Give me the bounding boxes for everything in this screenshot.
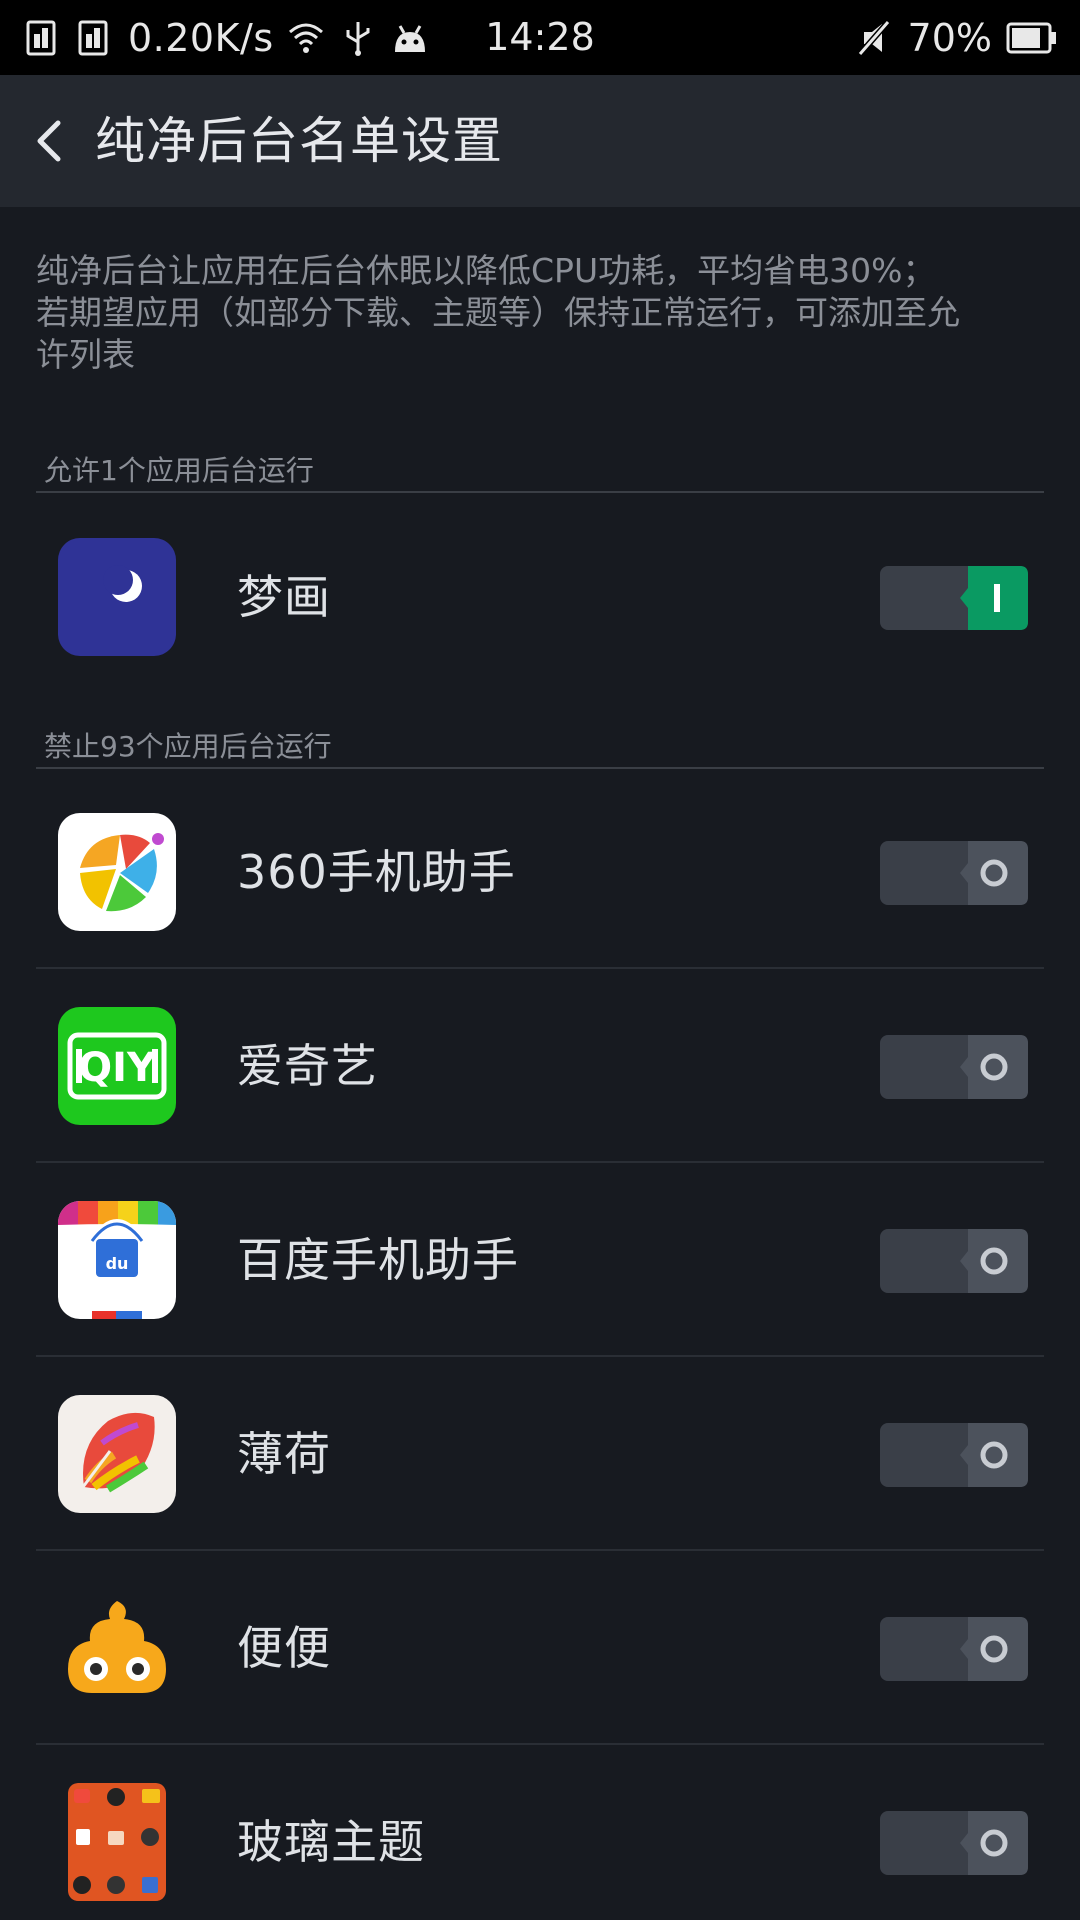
description: 纯净后台让应用在后台休眠以降低CPU功耗，平均省电30%； 若期望应用（如部分下… xyxy=(36,250,1046,376)
app-row-bohe[interactable]: 薄荷 xyxy=(36,1357,1044,1551)
toggle-switch-off[interactable] xyxy=(880,1227,1028,1295)
section-label: 禁止93个应用后台运行 xyxy=(44,730,332,763)
toggle-switch-on[interactable] xyxy=(880,564,1028,632)
app-row-glass-theme[interactable]: 玻璃主题 xyxy=(36,1745,1044,1920)
battery-icon xyxy=(1006,22,1056,53)
bohe-leaf-icon xyxy=(58,1395,176,1513)
app-name: 百度手机助手 xyxy=(237,1233,519,1287)
description-line: 许列表 xyxy=(36,335,135,374)
baidu-assistant-icon: du xyxy=(58,1201,176,1319)
menghua-moon-icon xyxy=(58,538,176,656)
page-title: 纯净后台名单设置 xyxy=(95,112,503,170)
toggle-switch-off[interactable] xyxy=(880,839,1028,907)
360-assistant-icon xyxy=(58,813,176,931)
toggle-switch-off[interactable] xyxy=(880,1809,1028,1877)
status-bar: 0.20K/s 14:28 70% xyxy=(0,0,1080,75)
battery-percent: 70% xyxy=(907,15,992,60)
app-name: 360手机助手 xyxy=(237,845,516,899)
mute-icon xyxy=(857,19,890,56)
section-label: 允许1个应用后台运行 xyxy=(44,454,314,487)
toggle-switch-off[interactable] xyxy=(880,1033,1028,1101)
bianbian-poop-icon xyxy=(58,1589,176,1707)
glass-theme-icon xyxy=(68,1783,166,1901)
app-row-baidu-assistant[interactable]: du 百度手机助手 xyxy=(36,1163,1044,1357)
description-line: 若期望应用（如部分下载、主题等）保持正常运行，可添加至允 xyxy=(36,293,960,332)
app-name: 便便 xyxy=(237,1621,331,1675)
app-name: 玻璃主题 xyxy=(237,1815,425,1869)
app-row-360[interactable]: 360手机助手 xyxy=(36,775,1044,969)
description-line: 纯净后台让应用在后台休眠以降低CPU功耗，平均省电30%； xyxy=(36,251,936,290)
toolbar: 纯净后台名单设置 xyxy=(0,75,1080,207)
app-row-bianbian[interactable]: 便便 xyxy=(36,1551,1044,1745)
section-header-blocked: 禁止93个应用后台运行 xyxy=(36,725,1044,769)
app-name: 梦画 xyxy=(237,570,331,624)
app-name: 薄荷 xyxy=(237,1427,331,1481)
svg-text:QIY: QIY xyxy=(78,1045,157,1091)
iqiyi-icon: QIY xyxy=(58,1007,176,1125)
app-name: 爱奇艺 xyxy=(237,1039,378,1093)
app-row-iqiyi[interactable]: QIY 爱奇艺 xyxy=(36,969,1044,1163)
toggle-switch-off[interactable] xyxy=(880,1421,1028,1489)
back-arrow-icon[interactable] xyxy=(30,115,70,167)
app-row-menghua[interactable]: 梦画 xyxy=(36,500,1044,694)
svg-text:du: du xyxy=(106,1254,129,1273)
section-header-allowed: 允许1个应用后台运行 xyxy=(36,449,1044,493)
toggle-switch-off[interactable] xyxy=(880,1615,1028,1683)
